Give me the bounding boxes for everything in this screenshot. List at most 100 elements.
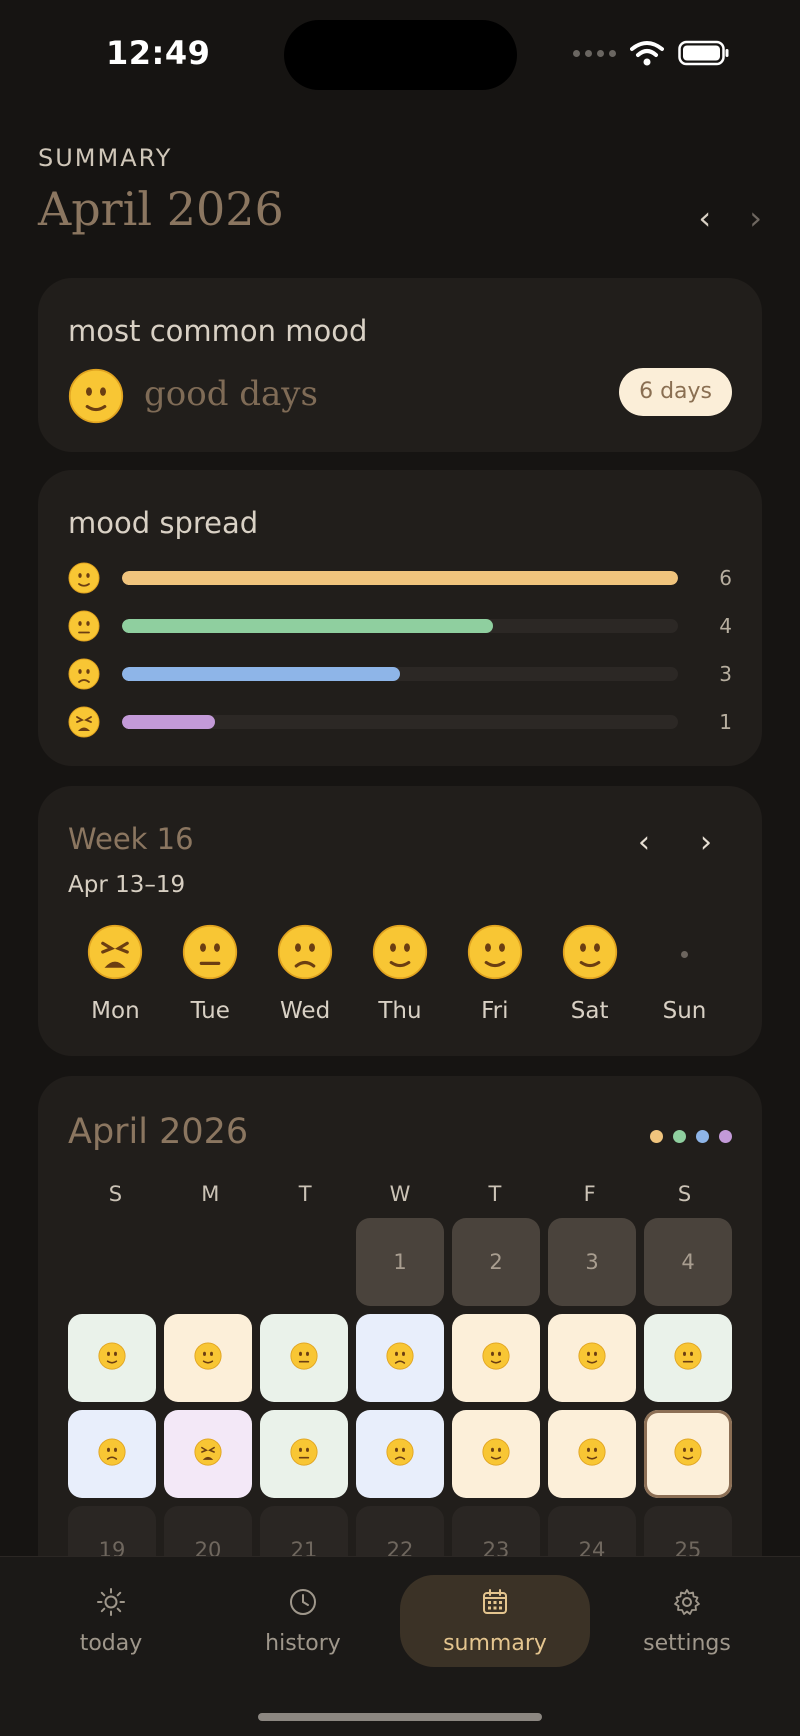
- slight-smile-icon: [372, 924, 428, 984]
- most-common-mood-card: most common mood good days 6 days: [38, 278, 762, 452]
- bar-track: [122, 571, 678, 585]
- calendar-day[interactable]: [260, 1314, 348, 1402]
- bar-track: [122, 667, 678, 681]
- day-label: Tue: [190, 998, 230, 1024]
- chevron-right-icon[interactable]: ›: [749, 202, 762, 234]
- calendar-day[interactable]: 3: [548, 1218, 636, 1306]
- slight-smile-icon: [578, 1437, 606, 1471]
- week-nav: ‹ ›: [638, 828, 712, 858]
- weekday-label: T: [488, 1182, 502, 1206]
- neutral-icon: [182, 924, 238, 984]
- frown-icon: [386, 1341, 414, 1375]
- week-day-sat[interactable]: Sat: [542, 924, 637, 1024]
- tab-bar: today history summary settings: [0, 1556, 800, 1736]
- neutral-icon: [290, 1341, 318, 1375]
- month-nav: ‹ ›: [698, 202, 762, 234]
- weekday-label: M: [201, 1182, 220, 1206]
- neutral-icon: [290, 1437, 318, 1471]
- calendar-day[interactable]: [452, 1314, 540, 1402]
- week-day-tue[interactable]: Tue: [163, 924, 258, 1024]
- frown-icon: [277, 924, 333, 984]
- bar-track: [122, 715, 678, 729]
- week-day-mon[interactable]: Mon: [68, 924, 163, 1024]
- week-range: Apr 13–19: [68, 872, 186, 898]
- mood-count: 1: [719, 710, 732, 734]
- mood-spread-row: 3: [68, 658, 732, 690]
- calendar-day[interactable]: [164, 1410, 252, 1498]
- weekday-label: F: [583, 1182, 596, 1206]
- battery-icon: [678, 40, 729, 66]
- slight-smile-icon: [194, 1341, 222, 1375]
- week-day-fri[interactable]: Fri: [447, 924, 542, 1024]
- status-icons: [573, 40, 730, 66]
- weekday-header: SMTWTFS: [68, 1182, 732, 1206]
- day-label: Fri: [481, 998, 509, 1024]
- calendar-day[interactable]: [548, 1410, 636, 1498]
- tab-settings[interactable]: settings: [592, 1575, 782, 1667]
- weekday-label: W: [389, 1182, 411, 1206]
- gear-icon: [672, 1587, 702, 1621]
- calendar-day[interactable]: [164, 1314, 252, 1402]
- clock: 12:49: [106, 34, 211, 72]
- tab-today[interactable]: today: [16, 1575, 206, 1667]
- frown-icon: [386, 1437, 414, 1471]
- calendar-day[interactable]: [644, 1314, 732, 1402]
- signal-icon: [573, 49, 616, 57]
- mood-count: 3: [719, 662, 732, 686]
- slight-smile-icon: [674, 1437, 702, 1471]
- empty-dot: [680, 950, 688, 958]
- calendar-day[interactable]: [548, 1314, 636, 1402]
- bar-fill: [122, 571, 678, 585]
- legend-dot: [696, 1130, 709, 1143]
- week-day-wed[interactable]: Wed: [258, 924, 353, 1024]
- chevron-right-icon[interactable]: ›: [700, 828, 712, 858]
- bar-fill: [122, 715, 215, 729]
- legend-dot: [673, 1130, 686, 1143]
- calendar-day[interactable]: [356, 1314, 444, 1402]
- card-label: mood spread: [68, 506, 259, 540]
- day-label: Mon: [91, 998, 140, 1024]
- day-label: Thu: [378, 998, 422, 1024]
- sun-icon: [96, 1587, 126, 1621]
- calendar-day[interactable]: 1: [356, 1218, 444, 1306]
- calendar-day[interactable]: [452, 1410, 540, 1498]
- weekday-label: S: [677, 1182, 692, 1206]
- chevron-left-icon[interactable]: ‹: [698, 202, 711, 234]
- dynamic-island: [284, 20, 517, 90]
- tired-icon: [194, 1437, 222, 1471]
- section-eyebrow: SUMMARY: [38, 144, 173, 172]
- calendar-grid: 1 2 3 4 19 20 21 22 23 24 25: [68, 1218, 732, 1594]
- wifi-icon: [630, 41, 664, 66]
- card-label: most common mood: [68, 314, 368, 348]
- slight-smile-icon: [562, 924, 618, 984]
- tab-label: history: [265, 1630, 341, 1656]
- calendar-day[interactable]: [68, 1314, 156, 1402]
- tired-icon: [68, 706, 100, 738]
- weekday-label: S: [108, 1182, 123, 1206]
- weekday-label: T: [298, 1182, 312, 1206]
- legend-dot: [650, 1130, 663, 1143]
- calendar-icon: [480, 1587, 510, 1621]
- day-label: Sun: [662, 998, 707, 1024]
- frown-icon: [68, 658, 100, 690]
- calendar-empty-cell: [68, 1218, 156, 1306]
- tab-summary[interactable]: summary: [400, 1575, 590, 1667]
- week-day-thu[interactable]: Thu: [353, 924, 448, 1024]
- week-day-sun[interactable]: Sun: [637, 926, 732, 1024]
- day-label: Wed: [280, 998, 331, 1024]
- chevron-left-icon[interactable]: ‹: [638, 828, 650, 858]
- calendar-day[interactable]: 4: [644, 1218, 732, 1306]
- calendar-day[interactable]: [68, 1410, 156, 1498]
- calendar-empty-cell: [164, 1218, 252, 1306]
- calendar-day[interactable]: [644, 1410, 732, 1498]
- calendar-day[interactable]: [356, 1410, 444, 1498]
- calendar-day[interactable]: 2: [452, 1218, 540, 1306]
- slight-smile-icon: [482, 1437, 510, 1471]
- calendar-title: April 2026: [68, 1112, 249, 1152]
- calendar-day[interactable]: [260, 1410, 348, 1498]
- tab-label: settings: [643, 1630, 731, 1656]
- tab-history[interactable]: history: [208, 1575, 398, 1667]
- slight-smile-icon: [68, 368, 124, 428]
- legend-dot: [719, 1130, 732, 1143]
- neutral-icon: [674, 1341, 702, 1375]
